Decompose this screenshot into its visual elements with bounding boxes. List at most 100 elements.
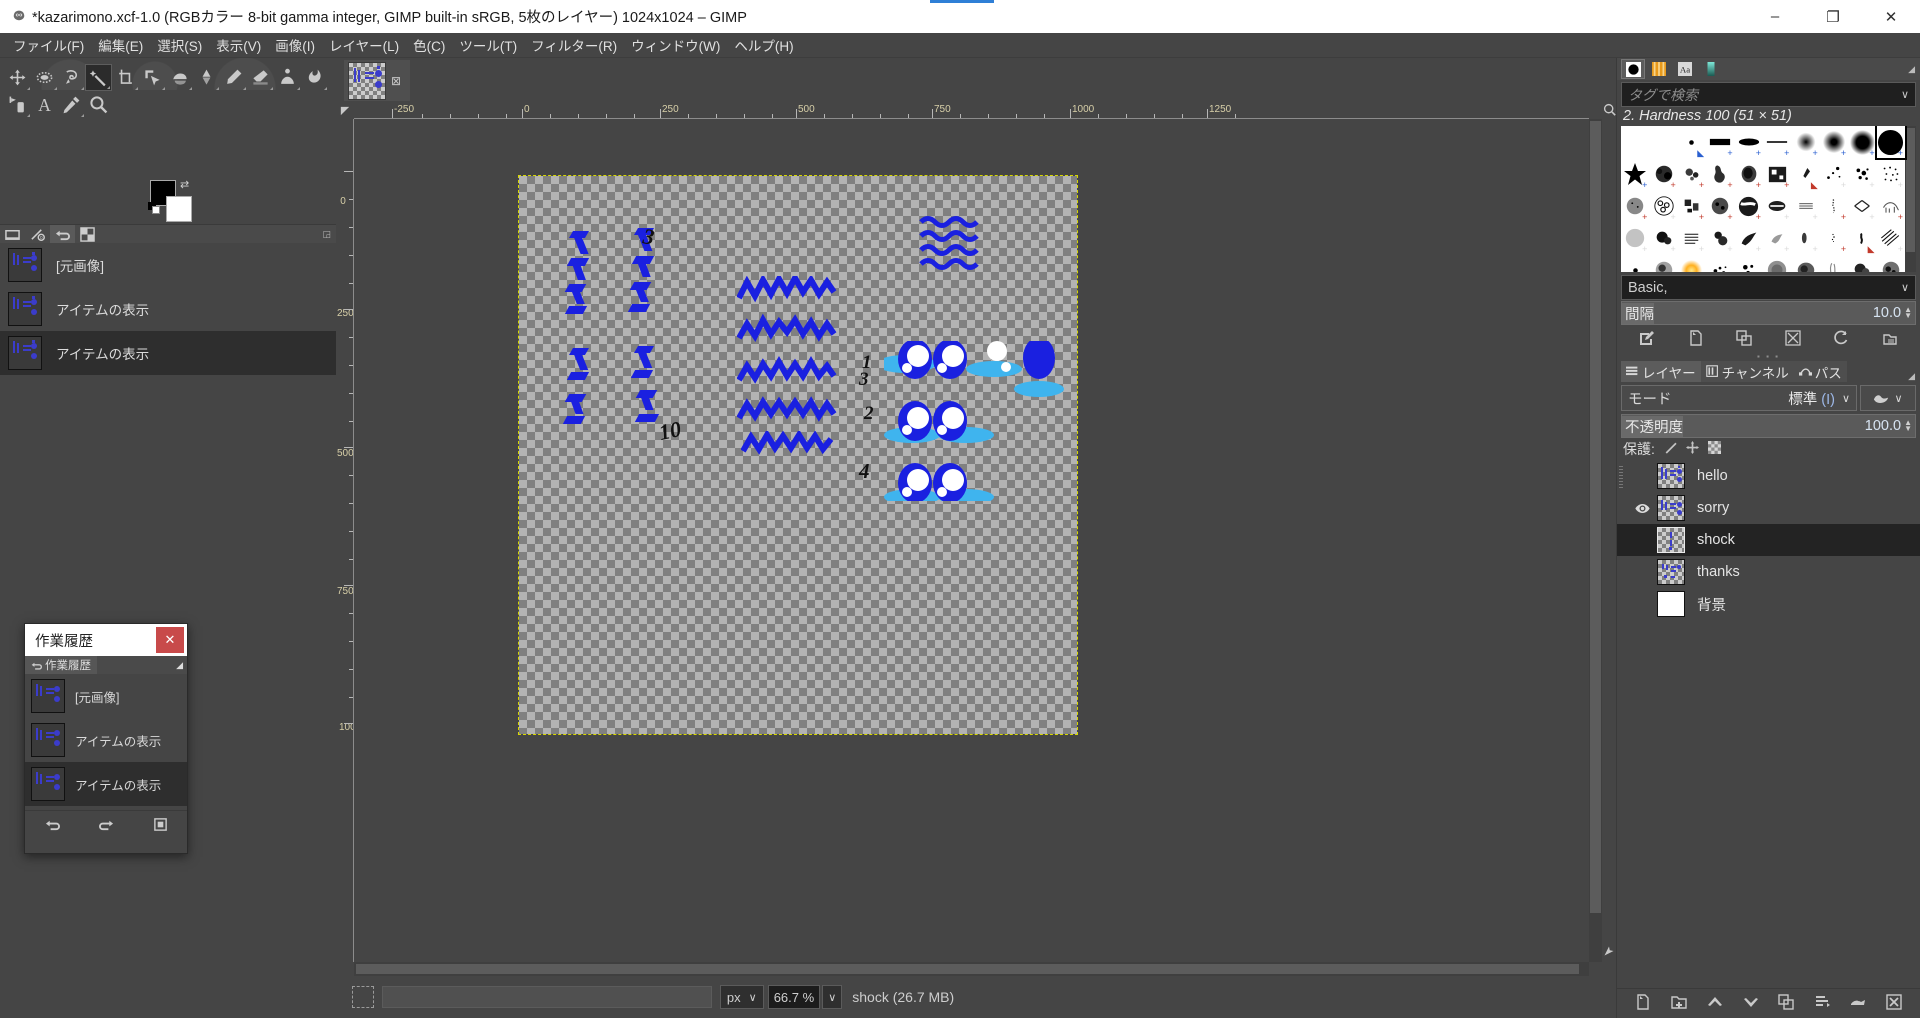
- menu-windows[interactable]: ウィンドウ(W): [624, 32, 727, 58]
- brush-cell[interactable]: +: [1706, 254, 1734, 272]
- lower-layer-icon[interactable]: [1743, 994, 1759, 1013]
- brush-cell[interactable]: +: [1848, 190, 1876, 222]
- brush-cell[interactable]: +: [1706, 190, 1734, 222]
- tab-paths[interactable]: パス: [1793, 361, 1847, 382]
- smudge-tool[interactable]: [301, 64, 328, 91]
- layer-row-sorry[interactable]: sorry: [1617, 492, 1920, 524]
- chevron-down-icon[interactable]: ∨: [1894, 392, 1902, 405]
- menu-colors[interactable]: 色(C): [406, 32, 452, 58]
- brush-cell[interactable]: +: [1763, 190, 1791, 222]
- new-layer-icon[interactable]: [1635, 994, 1651, 1013]
- history-row-1[interactable]: アイテムの表示: [0, 287, 336, 331]
- delete-layer-icon[interactable]: [1886, 994, 1902, 1013]
- duplicate-layer-icon[interactable]: [1778, 994, 1795, 1013]
- chevron-down-icon[interactable]: ∨: [1901, 281, 1909, 294]
- dialog-history-row-1[interactable]: アイテムの表示: [25, 718, 187, 762]
- dialog-close-button[interactable]: ✕: [156, 627, 184, 653]
- transform-tool[interactable]: [139, 64, 166, 91]
- brush-cell-selected[interactable]: +: [1874, 126, 1908, 160]
- undo-history-icon[interactable]: [50, 224, 75, 244]
- brush-cell[interactable]: +: [1877, 158, 1905, 190]
- zoom-tool[interactable]: [85, 91, 112, 118]
- brush-cell[interactable]: +: [1621, 222, 1649, 254]
- layers-list[interactable]: hello sorry shock thanks 背景: [1617, 460, 1920, 988]
- canvas-horizontal-scrollbar[interactable]: [354, 962, 1589, 976]
- layers-list-grip[interactable]: [1619, 466, 1623, 488]
- brush-cell[interactable]: [1621, 254, 1649, 272]
- new-brush-icon[interactable]: [1688, 329, 1704, 349]
- menu-layer[interactable]: レイヤー(L): [322, 32, 406, 58]
- brush-cell[interactable]: +: [1678, 158, 1706, 190]
- menu-edit[interactable]: 編集(E): [91, 32, 150, 58]
- channels-icon[interactable]: [75, 225, 100, 244]
- maximize-button[interactable]: ❐: [1804, 0, 1862, 33]
- scrollbar-thumb[interactable]: [356, 964, 1579, 974]
- layer-row-background[interactable]: 背景: [1617, 588, 1920, 620]
- eraser-tool[interactable]: [247, 64, 274, 91]
- brush-cell[interactable]: [1649, 126, 1677, 158]
- gradients-icon[interactable]: [1699, 59, 1723, 79]
- redo-icon[interactable]: [98, 817, 114, 835]
- ruler-origin-icon[interactable]: [336, 103, 354, 119]
- brush-cell[interactable]: +: [1791, 254, 1819, 272]
- merge-down-icon[interactable]: [1850, 994, 1866, 1013]
- brush-cell[interactable]: +: [1735, 254, 1763, 272]
- brushes-icon[interactable]: [1621, 59, 1645, 79]
- left-dock-menu-arrow[interactable]: ◲: [322, 229, 331, 240]
- open-brush-as-image-icon[interactable]: [1882, 330, 1898, 349]
- history-row-2[interactable]: アイテムの表示: [0, 331, 336, 375]
- refresh-brushes-icon[interactable]: [1833, 330, 1849, 349]
- dialog-history-row-2[interactable]: アイテムの表示: [25, 762, 187, 806]
- brushes-menu-arrow[interactable]: ◢: [1908, 64, 1915, 75]
- brush-cell[interactable]: +: [1735, 190, 1763, 222]
- lock-pixels-icon[interactable]: [1664, 441, 1677, 457]
- brush-cell[interactable]: +: [1848, 126, 1876, 158]
- brush-cell[interactable]: +: [1649, 254, 1677, 272]
- brush-spacing-spinner[interactable]: 間隔 10.0 ▲ ▼: [1621, 301, 1916, 325]
- new-group-icon[interactable]: [1671, 994, 1687, 1013]
- brush-cell[interactable]: +: [1649, 158, 1677, 190]
- brush-cell[interactable]: ◣: [1848, 222, 1876, 254]
- brush-cell[interactable]: +: [1877, 222, 1905, 254]
- unit-combo[interactable]: px ∨: [719, 985, 764, 1009]
- quickmask-icon[interactable]: [352, 986, 374, 1008]
- chevron-down-icon[interactable]: ∨: [1901, 88, 1909, 101]
- image-tab-close-icon[interactable]: ⊠: [386, 74, 406, 88]
- brush-cell[interactable]: +: [1649, 222, 1677, 254]
- brush-history-icon[interactable]: 0: [25, 225, 50, 244]
- lock-position-icon[interactable]: [1685, 441, 1699, 457]
- ellipse-select-tool[interactable]: [31, 64, 58, 91]
- gradient-tool[interactable]: [193, 64, 220, 91]
- brush-cell[interactable]: +: [1621, 190, 1649, 222]
- menu-select[interactable]: 選択(S): [150, 32, 209, 58]
- dialog-menu-arrow[interactable]: ◢: [176, 660, 183, 671]
- brush-cell[interactable]: +: [1848, 158, 1876, 190]
- fuzzy-select-tool[interactable]: [85, 64, 112, 91]
- spinner-arrows[interactable]: ▲ ▼: [1904, 306, 1912, 320]
- minimize-button[interactable]: –: [1746, 0, 1804, 33]
- brush-cell[interactable]: ◣: [1678, 126, 1706, 158]
- bucket-fill-tool[interactable]: [166, 64, 193, 91]
- brush-cell[interactable]: +: [1820, 190, 1848, 222]
- dialog-tab-undo-history[interactable]: 作業履歴: [25, 656, 97, 674]
- zoom-icon[interactable]: [1603, 103, 1616, 119]
- layer-row-hello[interactable]: hello: [1617, 460, 1920, 492]
- layer-mask-combo[interactable]: ∨: [1860, 385, 1916, 411]
- image-list-icon[interactable]: [0, 225, 25, 244]
- brush-cell[interactable]: +: [1791, 222, 1819, 254]
- measure-tool[interactable]: [4, 91, 31, 118]
- close-button[interactable]: ✕: [1862, 0, 1920, 33]
- vertical-ruler[interactable]: 0 250 500 750 1000: [336, 119, 354, 962]
- duplicate-brush-icon[interactable]: [1736, 329, 1752, 349]
- brush-cell[interactable]: +: [1678, 222, 1706, 254]
- brush-cell[interactable]: +: [1791, 126, 1819, 158]
- brush-grid-scrollbar[interactable]: [1905, 126, 1916, 272]
- brush-cell[interactable]: +: [1763, 126, 1791, 158]
- background-color-swatch[interactable]: [166, 196, 192, 222]
- brush-tag-search-input[interactable]: タグで検索 ∨: [1621, 82, 1916, 107]
- brush-cell[interactable]: +: [1706, 126, 1734, 158]
- brush-grid[interactable]: ◣ + + + + + + + + + + + + + ◣ + + + + +: [1621, 126, 1916, 272]
- brush-cell[interactable]: +: [1649, 190, 1677, 222]
- spinner-arrows[interactable]: ▲ ▼: [1904, 419, 1912, 433]
- reset-colors-icon[interactable]: [148, 202, 161, 215]
